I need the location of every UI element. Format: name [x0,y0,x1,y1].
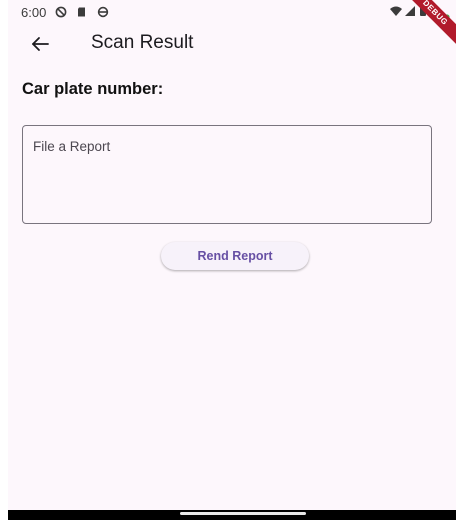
wifi-icon [389,4,403,16]
sync-icon [97,5,109,18]
page-title: Scan Result [91,32,194,53]
home-indicator[interactable] [180,512,306,515]
navigation-bar [8,510,456,520]
app-screen: 6:00 DEBUG Scan Result Car plate number:… [8,0,456,520]
arrow-left-icon [26,37,54,62]
do-not-disturb-icon [55,5,67,18]
status-time: 6:00 [21,5,47,20]
status-bar: 6:00 DEBUG [8,0,456,47]
car-plate-heading: Car plate number: [22,80,164,98]
signal-icon [404,4,416,16]
sd-card-icon [76,5,88,17]
report-input[interactable] [22,125,432,224]
send-report-button[interactable]: Rend Report [161,242,309,270]
back-button[interactable] [26,30,54,58]
app-bar: Scan Result [8,26,456,62]
